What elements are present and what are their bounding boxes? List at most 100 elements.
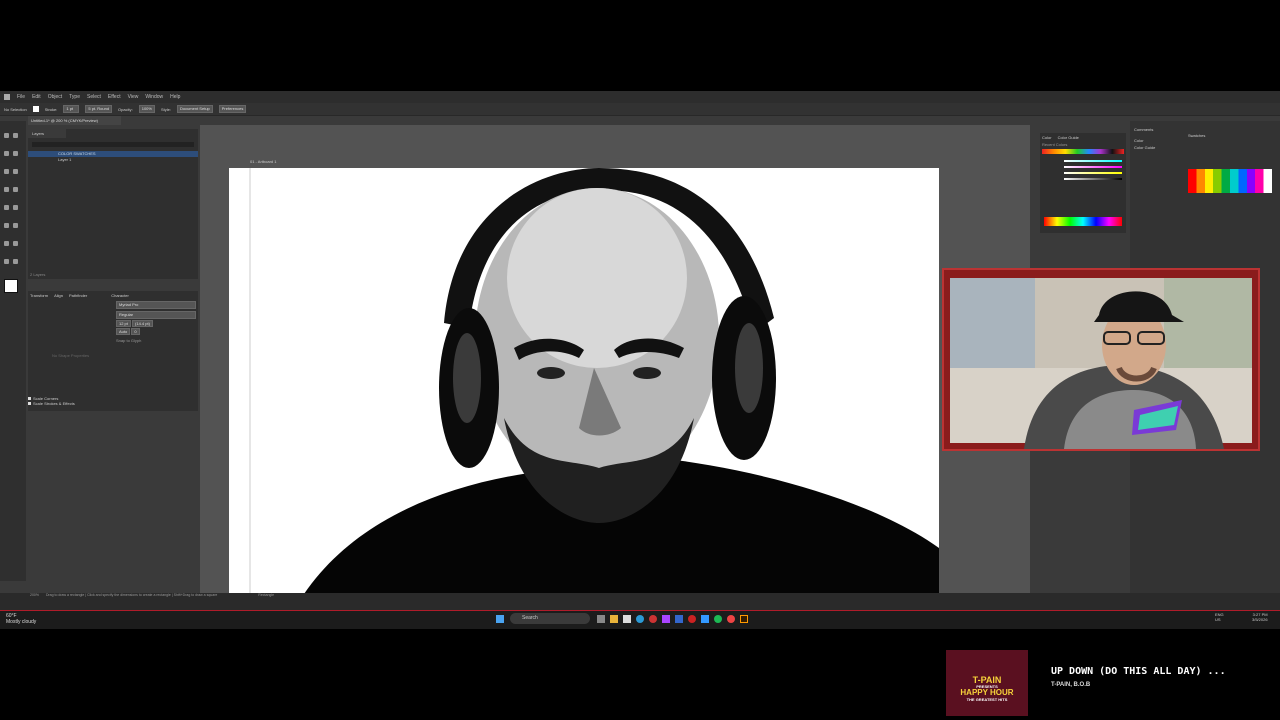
menu-file[interactable]: File xyxy=(17,94,25,100)
tab-color-guide[interactable]: Color Guide xyxy=(1058,135,1079,140)
clock[interactable]: 3:27 PM 3/5/2026 xyxy=(1252,612,1268,622)
tracking-field[interactable]: 0 xyxy=(131,328,140,335)
menu-select[interactable]: Select xyxy=(87,94,101,100)
taskbar-apps xyxy=(597,615,748,623)
layers-panel: Layers COLOR SWATCHES Layer 1 2 Layers xyxy=(28,129,198,279)
swatch-grid[interactable] xyxy=(1188,169,1272,193)
layers-tab[interactable]: Layers xyxy=(28,129,66,138)
scale-options: Scale Corners Scale Strokes & Effects xyxy=(28,396,112,412)
font-style-field[interactable]: Regular xyxy=(116,311,196,319)
app-icon[interactable] xyxy=(688,615,696,623)
direct-selection-tool-icon[interactable] xyxy=(13,133,18,138)
width-tool-icon[interactable] xyxy=(4,223,9,228)
album-line-3: HAPPY HOUR xyxy=(960,688,1014,697)
line-tool-icon[interactable] xyxy=(4,169,9,174)
color-tab[interactable]: Color xyxy=(1134,138,1276,143)
tab-pathfinder[interactable]: Pathfinder xyxy=(69,293,87,298)
weather-desc: Mostly cloudy xyxy=(6,619,37,625)
color-sliders[interactable] xyxy=(1064,160,1122,180)
illustrator-icon[interactable] xyxy=(740,615,748,623)
properties-panel: Transform Align Pathfinder Character Myr… xyxy=(28,291,198,411)
app-icon[interactable] xyxy=(662,615,670,623)
recent-color-swatches[interactable] xyxy=(1042,149,1124,154)
tab-transform[interactable]: Transform xyxy=(30,293,48,298)
scale-strokes-checkbox[interactable]: Scale Strokes & Effects xyxy=(28,401,112,406)
webcam-feed xyxy=(950,278,1252,449)
menu-help[interactable]: Help xyxy=(170,94,180,100)
document-tab[interactable]: Untitled-1* @ 200 % (CMYK/Preview) xyxy=(28,116,121,125)
preferences-button[interactable]: Preferences xyxy=(218,105,247,113)
spotify-icon[interactable] xyxy=(714,615,722,623)
file-explorer-icon[interactable] xyxy=(610,615,618,623)
taskbar-search[interactable]: Search xyxy=(510,613,590,624)
control-bar: No Selection Stroke: 1 pt 5 pt. Round Op… xyxy=(0,103,1280,116)
tab-align[interactable]: Align xyxy=(54,293,63,298)
app-icon[interactable] xyxy=(649,615,657,623)
comments-tab[interactable]: Comments xyxy=(1134,127,1276,132)
status-bar: 200% Drag to draw a rectangle | Click an… xyxy=(0,593,1280,610)
album-line-1: T-PAIN xyxy=(972,675,1002,685)
fill-stroke-swatches[interactable] xyxy=(4,279,18,293)
tools-panel xyxy=(0,121,26,581)
font-family-field[interactable]: Myriad Pro xyxy=(116,301,196,309)
color-panel: Color Color Guide Recent Colors xyxy=(1040,133,1126,233)
fill-swatch[interactable] xyxy=(32,106,39,112)
eyedropper-tool-icon[interactable] xyxy=(13,241,18,246)
calendar-icon[interactable] xyxy=(623,615,631,623)
menu-effect[interactable]: Effect xyxy=(108,94,121,100)
pen-tool-icon[interactable] xyxy=(4,151,9,156)
opacity-label: Opacity: xyxy=(118,106,133,112)
layers-search[interactable] xyxy=(32,142,194,147)
menu-view[interactable]: View xyxy=(128,94,139,100)
kerning-field[interactable]: Auto xyxy=(116,328,131,335)
brush-tool-icon[interactable] xyxy=(4,187,9,192)
task-view-icon[interactable] xyxy=(597,615,605,623)
checkbox-icon xyxy=(28,397,31,400)
tab-character[interactable]: Character xyxy=(111,293,129,298)
type-tool-icon[interactable] xyxy=(13,151,18,156)
document-setup-button[interactable]: Document Setup xyxy=(176,105,213,113)
zoom-level[interactable]: 200% xyxy=(30,593,39,597)
weather-widget[interactable]: 60°F Mostly cloudy xyxy=(6,613,36,625)
no-shape-properties: No Shape Properties xyxy=(52,353,90,358)
shape-builder-tool-icon[interactable] xyxy=(13,223,18,228)
menu-window[interactable]: Window xyxy=(145,94,163,100)
start-icon[interactable] xyxy=(496,615,504,623)
pencil-tool-icon[interactable] xyxy=(13,187,18,192)
scale-tool-icon[interactable] xyxy=(13,205,18,210)
stroke-label: Stroke: xyxy=(44,106,58,112)
app-home-icon[interactable] xyxy=(4,94,10,100)
font-size-field[interactable]: 12 pt xyxy=(116,320,131,327)
album-art-text: T-PAIN PRESENTS HAPPY HOUR THE GREATEST … xyxy=(946,675,1028,703)
layers-footer: 2 Layers xyxy=(30,272,46,277)
hand-tool-icon[interactable] xyxy=(4,259,9,264)
opacity-field[interactable]: 100% xyxy=(138,105,155,113)
chrome-icon[interactable] xyxy=(727,615,735,623)
selection-tool-icon[interactable] xyxy=(4,133,9,138)
tab-color[interactable]: Color xyxy=(1042,135,1052,140)
input-region[interactable]: US xyxy=(1215,617,1221,622)
rectangle-tool-icon[interactable] xyxy=(13,169,18,174)
gradient-tool-icon[interactable] xyxy=(4,241,9,246)
edge-icon[interactable] xyxy=(636,615,644,623)
menu-type[interactable]: Type xyxy=(69,94,80,100)
menu-edit[interactable]: Edit xyxy=(32,94,41,100)
rotate-tool-icon[interactable] xyxy=(4,205,9,210)
now-playing-title: UP DOWN (DO THIS ALL DAY) ... xyxy=(1051,666,1226,677)
recent-colors-label: Recent Colors xyxy=(1042,142,1068,147)
artboard-label[interactable]: 01 - Artboard 1 xyxy=(250,159,276,164)
zoom-tool-icon[interactable] xyxy=(13,259,18,264)
leading-field[interactable]: (14.4 pt) xyxy=(132,320,153,327)
color-spectrum[interactable] xyxy=(1044,217,1122,226)
app-icon[interactable] xyxy=(675,615,683,623)
brush-dropdown[interactable]: 5 pt. Round xyxy=(85,105,113,113)
stroke-weight-field[interactable]: 1 pt xyxy=(63,105,80,113)
menu-object[interactable]: Object xyxy=(48,94,62,100)
color-guide-tab[interactable]: Color Guide xyxy=(1134,145,1276,150)
app-icon[interactable] xyxy=(701,615,709,623)
artboard[interactable] xyxy=(229,168,939,594)
layer-name: Layer 1 xyxy=(58,157,72,162)
layer-row-1[interactable]: Layer 1 xyxy=(28,157,198,163)
date: 3/5/2026 xyxy=(1252,617,1268,622)
portrait-artwork xyxy=(249,168,939,594)
